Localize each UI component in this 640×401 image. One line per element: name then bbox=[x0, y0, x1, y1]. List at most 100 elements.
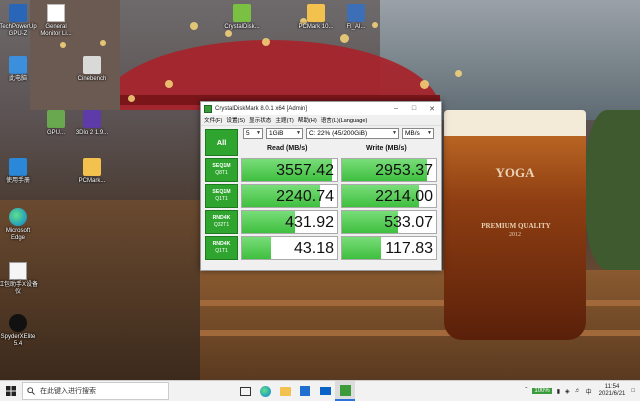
test-sub: Q1T1 bbox=[215, 196, 228, 202]
size-select[interactable]: 1GiB ▼ bbox=[266, 128, 303, 139]
notification-icon[interactable]: □ bbox=[631, 388, 635, 394]
desktop-icon-general-monitor[interactable]: General Monitor Li... bbox=[36, 4, 76, 38]
folder-icon bbox=[307, 4, 325, 22]
volume-icon[interactable]: ♬ bbox=[575, 388, 581, 394]
battery-icon[interactable]: ▮ bbox=[557, 388, 560, 395]
taskbar-crystaldiskmark[interactable] bbox=[335, 381, 355, 401]
write-value: 533.07 bbox=[384, 214, 433, 231]
read-result-row-2: 431.92 bbox=[241, 210, 338, 234]
test-name: RND4K bbox=[212, 241, 231, 247]
test-sub: Q8T1 bbox=[215, 170, 228, 176]
mail-icon bbox=[319, 387, 331, 395]
write-result-row-0: 2953.37 bbox=[341, 158, 437, 182]
desktop-icon-crystaldisk[interactable]: CrystalDisk... bbox=[222, 4, 262, 31]
test-sub: Q1T1 bbox=[215, 248, 228, 254]
desktop-icon-edge[interactable]: Microsoft Edge bbox=[0, 208, 38, 242]
clock-date: 2021/6/21 bbox=[598, 391, 626, 397]
menu-view[interactable]: 显示状态 bbox=[249, 116, 271, 124]
desktop-icon-pcmark10[interactable]: PCMark 10... bbox=[296, 4, 336, 31]
read-value: 43.18 bbox=[293, 240, 334, 257]
menu-help[interactable]: 帮助(H) bbox=[298, 116, 317, 124]
chevron-down-icon: ▼ bbox=[427, 130, 432, 136]
menu-theme[interactable]: 主题(T) bbox=[275, 116, 293, 124]
test-label-row-3[interactable]: RND4K Q1T1 bbox=[205, 236, 238, 260]
network-icon[interactable]: ◈ bbox=[565, 388, 570, 395]
clock[interactable]: 11:54 2021/6/21 bbox=[599, 384, 626, 398]
start-button[interactable] bbox=[0, 381, 22, 401]
drive-select[interactable]: C: 22% (45/200GiB) ▼ bbox=[306, 128, 399, 139]
taskbar-edge[interactable] bbox=[255, 381, 275, 401]
desktop-icon-gpuz[interactable]: TechPowerUp GPU-Z bbox=[0, 4, 38, 38]
shortcut-icon bbox=[233, 4, 251, 22]
read-result-row-3: 43.18 bbox=[241, 236, 338, 260]
read-result-row-1: 2240.74 bbox=[241, 184, 338, 208]
write-value: 2214.00 bbox=[375, 188, 433, 205]
minimize-icon[interactable]: – bbox=[387, 105, 405, 112]
desktop-icon-app[interactable]: 红包助手X设备仪 bbox=[0, 262, 38, 296]
search-icon bbox=[27, 387, 35, 395]
chevron-down-icon: ▼ bbox=[392, 130, 397, 136]
desktop-icon-this-pc[interactable]: 此电脑 bbox=[0, 56, 38, 83]
ime-icon[interactable]: 中 bbox=[586, 387, 592, 396]
taskbar-explorer[interactable] bbox=[275, 381, 295, 401]
read-value: 2240.74 bbox=[276, 188, 334, 205]
desktop-icon-manual[interactable]: 使用手册 bbox=[0, 158, 38, 185]
test-label-row-1[interactable]: SEQ1M Q1T1 bbox=[205, 184, 238, 208]
test-label-row-0[interactable]: SEQ1M Q8T1 bbox=[205, 158, 238, 182]
test-sub: Q32T1 bbox=[213, 222, 230, 228]
mug-banner-text: PREMIUM QUALITY bbox=[481, 222, 551, 230]
count-select[interactable]: 5 ▼ bbox=[243, 128, 263, 139]
file-icon bbox=[47, 4, 65, 22]
edge-icon bbox=[259, 385, 271, 397]
spyder-icon bbox=[9, 314, 27, 332]
crystaldiskmark-window[interactable]: CrystalDiskMark 8.0.1 x64 [Admin] – □ ✕ … bbox=[200, 101, 442, 271]
test-label-row-2[interactable]: RND4K Q32T1 bbox=[205, 210, 238, 234]
menu-language[interactable]: 语言(L)(Language) bbox=[321, 116, 368, 124]
computer-icon bbox=[9, 56, 27, 74]
task-view-button[interactable] bbox=[235, 381, 255, 401]
menu-file[interactable]: 文件(F) bbox=[204, 116, 222, 124]
taskbar-mail[interactable] bbox=[315, 381, 335, 401]
gpuz-icon bbox=[9, 4, 27, 22]
write-result-row-3: 117.83 bbox=[341, 236, 437, 260]
edge-icon bbox=[9, 208, 27, 226]
test-name: RND4K bbox=[212, 215, 231, 221]
desktop-icon-cinebench[interactable]: Cinebench bbox=[72, 56, 112, 83]
write-progress-bar bbox=[342, 237, 382, 259]
folder-icon bbox=[279, 386, 291, 396]
desktop-icon-gpu[interactable]: GPU... bbox=[36, 110, 76, 137]
all-button[interactable]: All bbox=[205, 129, 238, 156]
taskbar: 在此键入进行搜索 ˆ 100% ▮ ◈ ♬ 中 11:54 2021/6/21 … bbox=[0, 380, 640, 401]
app-icon bbox=[9, 262, 27, 280]
unit-select[interactable]: MB/s ▼ bbox=[402, 128, 434, 139]
write-result-row-1: 2214.00 bbox=[341, 184, 437, 208]
menu-settings[interactable]: 设置(S) bbox=[226, 116, 245, 124]
close-icon[interactable]: ✕ bbox=[423, 105, 441, 113]
taskbar-search[interactable]: 在此键入进行搜索 bbox=[22, 382, 169, 400]
desktop-icon-3d[interactable]: 3Dlo 2 1.9... bbox=[72, 110, 112, 137]
write-value: 117.83 bbox=[385, 240, 433, 257]
write-result-row-2: 533.07 bbox=[341, 210, 437, 234]
folder-icon bbox=[83, 158, 101, 176]
read-value: 431.92 bbox=[285, 214, 334, 231]
read-result-row-0: 3557.42 bbox=[241, 158, 338, 182]
chevron-down-icon: ▼ bbox=[296, 130, 301, 136]
desktop-icon-pcmark[interactable]: PCMark... bbox=[72, 158, 112, 185]
battery-badge[interactable]: 100% bbox=[532, 388, 552, 394]
read-header: Read (MB/s) bbox=[267, 145, 308, 152]
crystaldiskmark-icon bbox=[339, 384, 351, 396]
mug-year-text: 2012 bbox=[509, 232, 521, 238]
manual-icon bbox=[9, 158, 27, 176]
write-header: Write (MB/s) bbox=[366, 145, 407, 152]
desktop-icon-fl-ai[interactable]: Fl_AI... bbox=[336, 4, 376, 31]
taskbar-store[interactable] bbox=[295, 381, 315, 401]
chevron-down-icon: ▼ bbox=[256, 130, 261, 136]
title-bar[interactable]: CrystalDiskMark 8.0.1 x64 [Admin] – □ ✕ bbox=[201, 102, 441, 115]
test-name: SEQ1M bbox=[212, 189, 231, 195]
chevron-up-icon[interactable]: ˆ bbox=[525, 388, 527, 394]
crystaldiskmark-icon bbox=[204, 104, 212, 113]
maximize-icon[interactable]: □ bbox=[405, 105, 423, 112]
3d-icon bbox=[83, 110, 101, 128]
desktop-icon-spyder[interactable]: SpyderXElite 5.4 bbox=[0, 314, 38, 348]
test-name: SEQ1M bbox=[212, 163, 231, 169]
